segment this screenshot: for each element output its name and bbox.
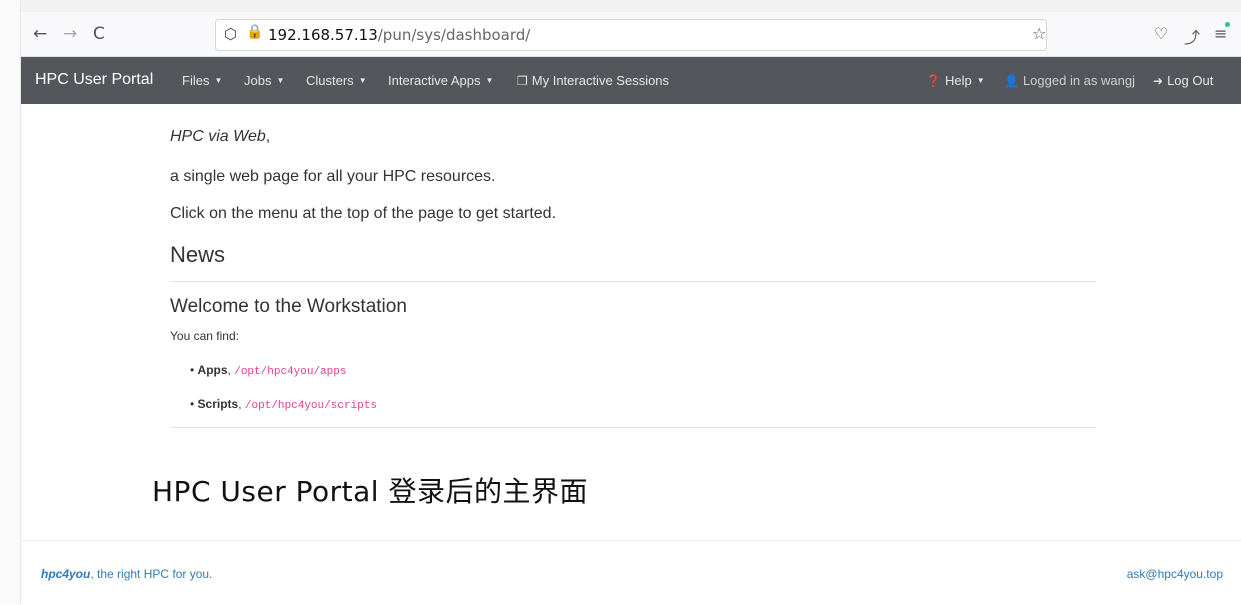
caret-down-icon: ▼ bbox=[276, 76, 285, 85]
news-post-intro: You can find: bbox=[170, 329, 239, 343]
caret-down-icon: ▼ bbox=[976, 76, 985, 85]
user-icon: 👤 bbox=[1004, 74, 1019, 88]
nav-interactive-apps-menu[interactable]: Interactive Apps ▼ bbox=[388, 73, 493, 88]
caret-down-icon: ▼ bbox=[214, 76, 223, 85]
bullet-name: Apps bbox=[197, 363, 228, 377]
question-circle-icon: ❓ bbox=[926, 74, 941, 88]
navbar-brand[interactable]: HPC User Portal bbox=[35, 71, 153, 89]
browser-toolbar: ← → C ⬡ 🔒 192.168.57.13/pun/sys/dashboar… bbox=[21, 12, 1241, 57]
footer-email-link[interactable]: ask@hpc4you.top bbox=[1127, 567, 1223, 581]
forward-icon[interactable]: → bbox=[63, 24, 77, 44]
footer-tagline-text: , the right HPC for you. bbox=[90, 567, 213, 581]
intro-line-3: Click on the menu at the top of the page… bbox=[170, 205, 557, 222]
nav-interactive-apps-label: Interactive Apps bbox=[388, 73, 481, 88]
intro-emphasis: HPC via Web bbox=[170, 128, 266, 145]
nav-logout-label: Log Out bbox=[1167, 73, 1214, 88]
extensions-icon[interactable]: ⤴ bbox=[1184, 24, 1200, 48]
url-bar[interactable]: ⬡ 🔒 192.168.57.13/pun/sys/dashboard/ ☆ bbox=[215, 19, 1047, 51]
news-bottom-divider bbox=[170, 427, 1096, 428]
url-host: 192.168.57.13 bbox=[268, 26, 378, 44]
nav-logout-link[interactable]: ➜ Log Out bbox=[1153, 73, 1213, 88]
sessions-icon: ❐ bbox=[517, 74, 528, 88]
list-item: • Apps, /opt/hpc4you/apps bbox=[190, 363, 347, 378]
intro-line-2: a single web page for all your HPC resou… bbox=[170, 168, 496, 185]
nav-clusters-label: Clusters bbox=[306, 73, 354, 88]
pocket-icon[interactable]: ♡ bbox=[1154, 24, 1168, 43]
nav-jobs-menu[interactable]: Jobs ▼ bbox=[244, 73, 284, 88]
intro-line-1: HPC via Web, bbox=[170, 128, 270, 146]
nav-jobs-label: Jobs bbox=[244, 73, 272, 88]
bullet-path: /opt/hpc4you/apps bbox=[234, 366, 347, 378]
intro-comma: , bbox=[265, 128, 271, 145]
footer-brand[interactable]: hpc4you bbox=[41, 567, 90, 581]
reload-icon[interactable]: C bbox=[93, 24, 105, 44]
nav-my-sessions-label: My Interactive Sessions bbox=[531, 73, 670, 88]
update-dot-icon bbox=[1225, 22, 1230, 27]
list-item: • Scripts, /opt/hpc4you/scripts bbox=[190, 397, 377, 412]
insecure-lock-icon[interactable]: 🔒 bbox=[246, 24, 263, 40]
bullet-sep: , bbox=[227, 363, 231, 377]
nav-files-label: Files bbox=[182, 73, 210, 88]
back-icon[interactable]: ← bbox=[33, 24, 47, 44]
nav-help-menu[interactable]: ❓ Help ▼ bbox=[926, 73, 985, 88]
nav-user-status: 👤 Logged in as wangj bbox=[1004, 73, 1135, 88]
app-menu-icon[interactable]: ≡ bbox=[1214, 24, 1227, 43]
nav-user-label: Logged in as wangj bbox=[1022, 73, 1135, 88]
url-text[interactable]: 192.168.57.13/pun/sys/dashboard/ bbox=[268, 26, 530, 44]
page-footer: hpc4you, the right HPC for you. ask@hpc4… bbox=[21, 540, 1241, 605]
bullet-name: Scripts bbox=[197, 397, 239, 411]
window-top-edge bbox=[0, 0, 1241, 12]
sign-out-icon: ➜ bbox=[1153, 74, 1164, 88]
nav-my-sessions-link[interactable]: ❐ My Interactive Sessions bbox=[517, 73, 669, 88]
caret-down-icon: ▼ bbox=[485, 76, 494, 85]
bullet-path: /opt/hpc4you/scripts bbox=[244, 400, 377, 412]
footer-tagline: hpc4you, the right HPC for you. bbox=[41, 567, 212, 581]
news-heading: News bbox=[170, 242, 226, 267]
bullet-sep: , bbox=[238, 397, 242, 411]
caret-down-icon: ▼ bbox=[358, 76, 367, 85]
figure-caption: HPC User Portal 登录后的主界面 bbox=[152, 475, 588, 508]
window-left-edge bbox=[0, 0, 21, 604]
shield-icon[interactable]: ⬡ bbox=[224, 25, 237, 43]
news-divider bbox=[170, 281, 1096, 282]
bookmark-star-icon[interactable]: ☆ bbox=[1032, 24, 1046, 43]
news-post-title: Welcome to the Workstation bbox=[170, 296, 407, 317]
nav-clusters-menu[interactable]: Clusters ▼ bbox=[306, 73, 367, 88]
url-path: /pun/sys/dashboard/ bbox=[377, 26, 531, 44]
app-navbar: HPC User Portal Files ▼ Jobs ▼ Clusters ▼ I… bbox=[21, 57, 1241, 104]
nav-help-label: Help bbox=[944, 73, 972, 88]
nav-files-menu[interactable]: Files ▼ bbox=[182, 73, 222, 88]
